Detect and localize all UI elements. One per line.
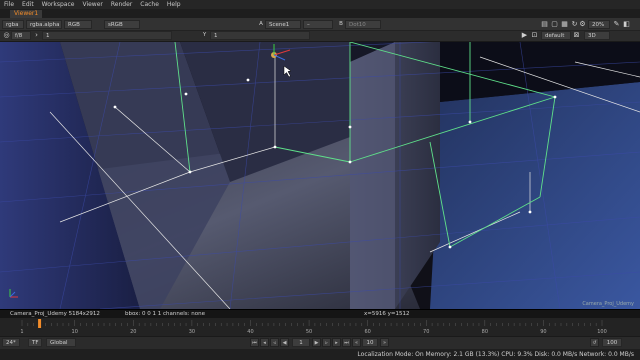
timeline-tick-label: 60 — [364, 329, 370, 335]
step-back-icon[interactable]: ◃ — [270, 338, 279, 347]
jump-back-icon[interactable]: « — [352, 338, 361, 347]
camera-dropdown[interactable]: default — [541, 31, 571, 40]
view-mode-dropdown[interactable]: 3D — [584, 31, 610, 40]
play-icon[interactable]: ▶ — [520, 31, 529, 40]
timeline-tick-label: 10 — [72, 329, 78, 335]
timeline-ruler[interactable]: 1 10 20 30 40 50 60 70 80 90 100 — [0, 318, 640, 336]
alpha-channel-dropdown[interactable]: rgba.alpha — [26, 20, 62, 29]
fps-field[interactable]: 24* — [2, 338, 20, 347]
increment-field[interactable]: 10 — [362, 338, 378, 347]
right-ground-projection — [430, 82, 640, 309]
menu-cache[interactable]: Cache — [136, 0, 163, 9]
color-mode-dropdown[interactable]: RGB — [64, 20, 92, 29]
menu-viewer[interactable]: Viewer — [78, 0, 106, 9]
gamma-slider[interactable]: 1 — [210, 31, 310, 40]
y-label: Y — [202, 32, 207, 38]
zoom-dropdown[interactable]: 20% — [588, 20, 610, 29]
layers-icon[interactable]: ▤ — [540, 20, 549, 29]
play-forward-icon[interactable]: ▶ — [312, 338, 321, 347]
viewer-tab-bar: Viewer1 — [0, 9, 640, 18]
skip-start-icon[interactable]: ⏮ — [250, 338, 259, 347]
input-a-prefix: A — [259, 21, 263, 27]
fstop-field[interactable]: f/8 — [11, 31, 31, 40]
timeline-tick-label: 30 — [189, 329, 195, 335]
tab-viewer1[interactable]: Viewer1 — [10, 10, 43, 18]
viewer-scene — [0, 42, 640, 309]
gear-icon[interactable]: ⚙ — [578, 20, 587, 29]
range-mode-dropdown[interactable]: Global — [46, 338, 76, 347]
viewer-3d[interactable]: Camera_Proj_Udemy — [0, 42, 640, 309]
jump-forward-icon[interactable]: » — [380, 338, 389, 347]
colorspace-dropdown[interactable]: sRGB — [104, 20, 140, 29]
menu-file[interactable]: File — [0, 0, 18, 9]
timeline-tick-label: 40 — [247, 329, 253, 335]
viewer-toolbar-top: rgba rgba.alpha RGB sRGB A Scene1 – B Do… — [0, 18, 640, 31]
timeline-tick-label: 80 — [482, 329, 488, 335]
loop-icon[interactable]: ↺ — [590, 338, 599, 347]
transport-bar: 24* TF Global ⏮ ◂ ◃ ◀ 1 ▶ ▹ ▸ ⏭ « 10 » ↺… — [0, 336, 640, 349]
lock-icon[interactable]: ⊡ — [530, 31, 539, 40]
aperture-icon[interactable]: ◎ — [2, 31, 11, 40]
timeline-tick-label: 70 — [423, 329, 429, 335]
node-name-label: Camera_Proj_Udemy — [582, 301, 634, 307]
timeline-tick-label: 90 — [540, 329, 546, 335]
skip-end-icon[interactable]: ⏭ — [342, 338, 351, 347]
prev-keyframe-icon[interactable]: ◂ — [260, 338, 269, 347]
status-bar: Localization Mode: On Memory: 2.1 GB (13… — [0, 349, 640, 360]
next-keyframe-icon[interactable]: ▸ — [332, 338, 341, 347]
timeline[interactable]: 1 10 20 30 40 50 60 70 80 90 100 — [0, 318, 640, 336]
menu-bar: File Edit Workspace Viewer Render Cache … — [0, 0, 640, 9]
tf-toggle[interactable]: TF — [28, 338, 42, 347]
wipe-icon[interactable]: ◧ — [622, 20, 631, 29]
roi-icon[interactable]: ▢ — [550, 20, 559, 29]
play-backward-icon[interactable]: ◀ — [280, 338, 289, 347]
checker-icon[interactable]: ▦ — [560, 20, 569, 29]
timeline-tick-label: 100 — [597, 329, 607, 335]
menu-edit[interactable]: Edit — [18, 0, 38, 9]
merge-op-dropdown[interactable]: – — [303, 20, 333, 29]
input-b-prefix: B — [339, 21, 343, 27]
gain-slider[interactable]: 1 — [42, 31, 172, 40]
paint-icon[interactable]: ✎ — [612, 20, 621, 29]
end-frame-field[interactable]: 100 — [602, 338, 622, 347]
input-b-dropdown[interactable]: Dot10 — [345, 20, 381, 29]
menu-help[interactable]: Help — [163, 0, 185, 9]
timeline-tick-label: 50 — [306, 329, 312, 335]
chevron-right-icon[interactable]: › — [32, 31, 41, 40]
menu-workspace[interactable]: Workspace — [38, 0, 79, 9]
playhead[interactable] — [38, 319, 42, 328]
timeline-tick-label: 20 — [130, 329, 136, 335]
menu-render[interactable]: Render — [107, 0, 136, 9]
center-column-face — [350, 42, 395, 309]
status-text: Localization Mode: On Memory: 2.1 GB (13… — [357, 351, 634, 358]
step-forward-icon[interactable]: ▹ — [322, 338, 331, 347]
lock-camera-icon[interactable]: ⊠ — [572, 31, 581, 40]
timeline-tick-label: 1 — [20, 329, 23, 335]
channels-dropdown[interactable]: rgba — [2, 20, 24, 29]
current-frame-field[interactable]: 1 — [292, 338, 310, 347]
input-a-dropdown[interactable]: Scene1 — [265, 20, 301, 29]
viewer-toolbar-bottom: ◎ f/8 › 1 Y 1 ▶ ⊡ default ⊠ 3D — [0, 31, 640, 42]
